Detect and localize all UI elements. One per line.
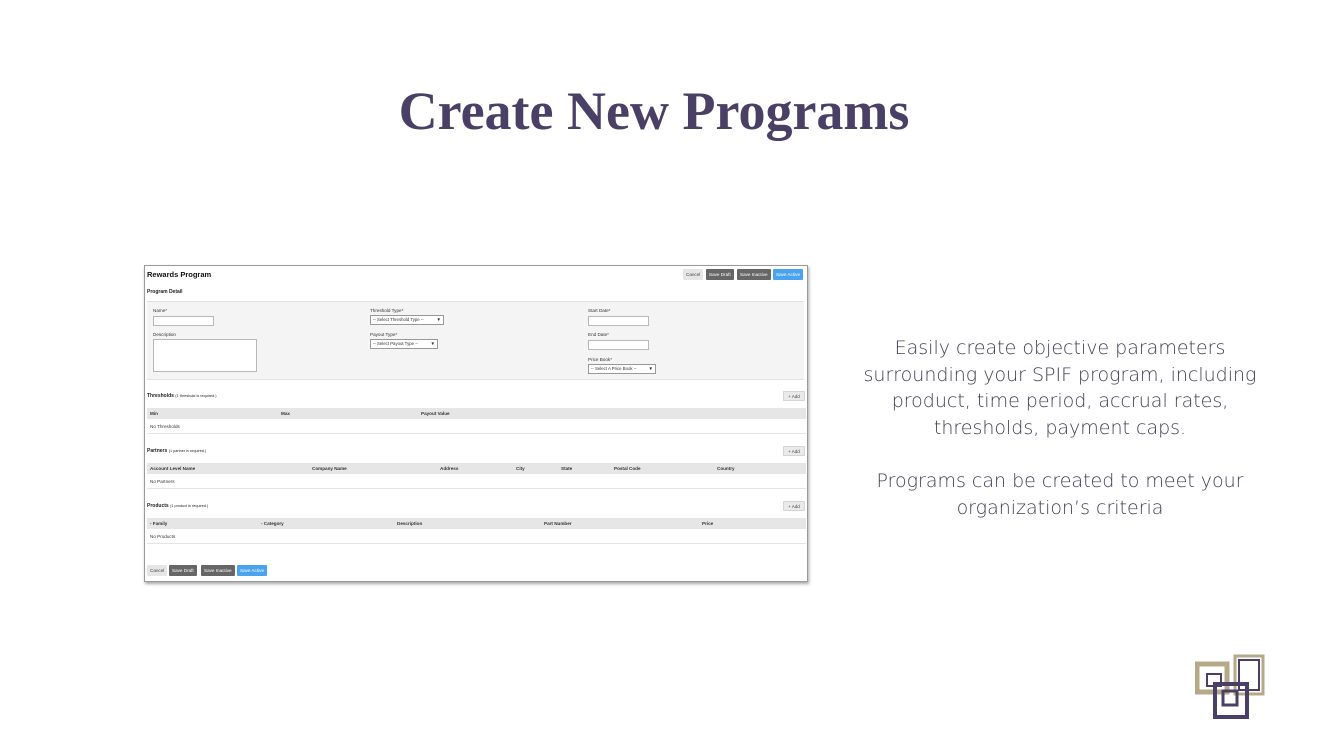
dropdown-caret-icon: ▼ — [436, 317, 441, 322]
rewards-program-screenshot: Rewards Program Cancel Save Draft Save I… — [144, 265, 808, 582]
save-active-button-top[interactable]: Save Active — [773, 269, 804, 280]
dropdown-caret-icon: ▼ — [430, 341, 435, 346]
column-header: State — [561, 466, 573, 471]
start-date-input[interactable] — [588, 316, 649, 326]
company-logo-icon — [1195, 654, 1265, 719]
price-book-label: Price Book* — [588, 357, 613, 362]
add-product-button[interactable]: + Add — [783, 501, 805, 511]
column-header[interactable]: - Family — [150, 518, 167, 529]
column-header: Payout Value — [421, 411, 450, 416]
column-header: Part Number — [544, 521, 572, 526]
thresholds-note: (1 threshold is required.) — [175, 394, 217, 398]
save-inactive-button-top[interactable]: Save Inactive — [737, 269, 771, 280]
payout-type-select[interactable]: -- Select Payout Type -- ▼ — [370, 339, 438, 349]
description-label: Description — [153, 332, 176, 337]
thresholds-table-header: Min Max Payout Value — [147, 408, 806, 419]
partners-title: Partners — [147, 448, 168, 454]
partners-table-header: Account Level Name Company Name Address … — [147, 463, 806, 474]
threshold-type-value: -- Select Threshold Type -- — [373, 317, 424, 322]
column-header: Country — [717, 466, 735, 471]
column-header: Postal Code — [614, 466, 641, 471]
rewards-program-title: Rewards Program — [147, 270, 212, 279]
empty-message: No Thresholds — [150, 424, 180, 429]
thresholds-empty-row: No Thresholds — [147, 420, 806, 434]
partners-note: (1 partner is required.) — [168, 449, 207, 453]
dropdown-caret-icon: ▼ — [648, 366, 653, 371]
partners-empty-row: No Partners — [147, 475, 806, 489]
column-header: Account Level Name — [150, 466, 196, 471]
name-label: Name* — [153, 308, 168, 313]
column-header: Description — [397, 521, 423, 526]
description-text: Easily create objective parameters surro… — [850, 335, 1270, 521]
save-inactive-button-bottom[interactable]: Save Inactive — [201, 565, 235, 576]
products-heading: Products (1 product is required.) — [147, 503, 208, 509]
save-active-button-bottom[interactable]: Save Active — [237, 565, 268, 576]
column-header[interactable]: - Category — [261, 518, 284, 529]
products-title: Products — [147, 503, 169, 509]
add-threshold-button[interactable]: + Add — [783, 391, 805, 401]
threshold-type-select[interactable]: -- Select Threshold Type -- ▼ — [370, 315, 444, 325]
price-book-select[interactable]: -- Select A Price Book -- ▼ — [588, 364, 656, 374]
products-empty-row: No Products — [147, 530, 806, 544]
payout-type-value: -- Select Payout Type -- — [373, 341, 419, 346]
empty-message: No Products — [150, 534, 176, 539]
slide-title: Create New Programs — [398, 81, 910, 141]
products-note: (1 product is required.) — [170, 504, 209, 508]
end-date-input[interactable] — [588, 340, 649, 350]
description-paragraph-1: Easily create objective parameters surro… — [863, 337, 1257, 440]
column-header: Price — [702, 521, 714, 526]
program-detail-panel: Name* Description Threshold Type* -- Sel… — [147, 301, 804, 380]
payout-type-label: Payout Type* — [370, 332, 398, 337]
save-draft-button-bottom[interactable]: Save Draft — [169, 565, 197, 576]
column-header: Max — [281, 411, 290, 416]
start-date-label: Start Date* — [588, 308, 611, 313]
name-input[interactable] — [153, 316, 214, 326]
save-draft-button-top[interactable]: Save Draft — [706, 269, 734, 280]
column-header: City — [516, 466, 525, 471]
program-detail-heading: Program Detail — [147, 289, 183, 295]
end-date-label: End Date* — [588, 332, 609, 337]
cancel-button-bottom[interactable]: Cancel — [147, 565, 168, 576]
column-header: Min — [150, 411, 158, 416]
partners-heading: Partners (1 partner is required.) — [147, 448, 206, 454]
products-table-header: - Family - Category Description Part Num… — [147, 518, 806, 529]
cancel-button-top[interactable]: Cancel — [683, 269, 704, 280]
column-header: Address — [440, 466, 459, 471]
thresholds-heading: Thresholds (1 threshold is required.) — [147, 393, 217, 399]
add-partner-button[interactable]: + Add — [783, 446, 805, 456]
thresholds-title: Thresholds — [147, 393, 174, 399]
threshold-type-label: Threshold Type* — [370, 308, 404, 313]
price-book-value: -- Select A Price Book -- — [591, 366, 637, 371]
column-header: Company Name — [312, 466, 347, 471]
description-paragraph-2: Programs can be created to meet your org… — [876, 469, 1244, 519]
empty-message: No Partners — [150, 479, 175, 484]
description-textarea[interactable] — [153, 339, 257, 372]
